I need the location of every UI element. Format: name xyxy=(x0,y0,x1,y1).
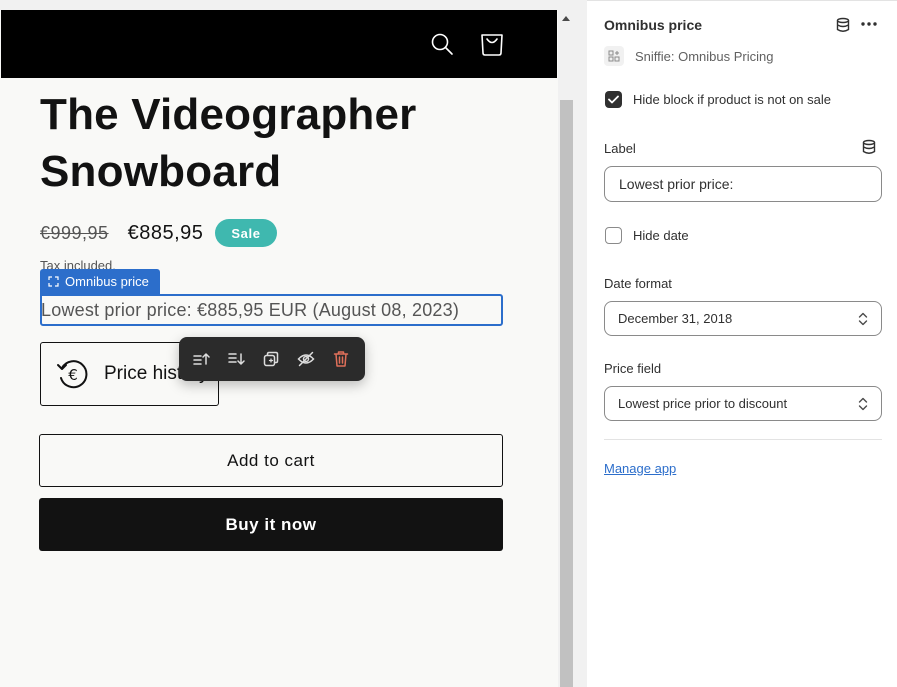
block-toolbar xyxy=(179,337,365,381)
hide-block-label: Hide block if product is not on sale xyxy=(633,92,831,107)
duplicate-icon[interactable] xyxy=(259,347,282,371)
date-format-select[interactable]: December 31, 2018 xyxy=(604,301,882,336)
svg-text:€: € xyxy=(68,366,78,384)
hide-date-checkbox[interactable] xyxy=(605,227,622,244)
app-name: Sniffie: Omnibus Pricing xyxy=(635,48,774,64)
database-icon[interactable] xyxy=(835,17,851,33)
hide-icon[interactable] xyxy=(295,347,318,371)
buy-now-button[interactable]: Buy it now xyxy=(39,498,503,551)
product-title: The Videographer Snowboard xyxy=(40,90,417,196)
date-format-label: Date format xyxy=(604,276,672,291)
omnibus-price-text: Lowest prior price: €885,95 EUR (August … xyxy=(41,299,460,320)
hide-date-label: Hide date xyxy=(633,228,689,243)
checkmark-icon xyxy=(608,95,619,104)
settings-title: Omnibus price xyxy=(604,17,703,33)
select-chevron-icon xyxy=(858,312,868,326)
price-history-icon: € xyxy=(57,360,88,389)
more-options-icon[interactable] xyxy=(859,15,879,33)
hide-date-checkbox-row[interactable]: Hide date xyxy=(605,227,689,244)
compare-price: €999,95 xyxy=(40,222,109,243)
price-field-select[interactable]: Lowest price prior to discount xyxy=(604,386,882,421)
block-settings-panel: Omnibus price Sniffie: Omnibus Pricing H… xyxy=(587,0,897,687)
omnibus-block-tag-label: Omnibus price xyxy=(65,274,149,289)
pane-divider xyxy=(575,0,587,687)
dynamic-source-icon[interactable] xyxy=(861,139,877,155)
sale-price: €885,95 xyxy=(127,221,204,244)
hide-block-checkbox[interactable] xyxy=(605,91,622,108)
hide-block-checkbox-row[interactable]: Hide block if product is not on sale xyxy=(605,91,831,108)
scroll-thumb[interactable] xyxy=(560,100,573,687)
app-blocks-icon xyxy=(604,46,624,66)
cart-icon[interactable] xyxy=(479,30,505,58)
scroll-up-arrow-icon[interactable] xyxy=(562,16,570,21)
add-to-cart-button[interactable]: Add to cart xyxy=(39,434,503,487)
label-input[interactable] xyxy=(604,166,882,202)
top-strip xyxy=(0,0,560,10)
price-field-value: Lowest price prior to discount xyxy=(618,396,788,411)
move-up-icon[interactable] xyxy=(189,347,212,371)
select-chevron-icon xyxy=(858,397,868,411)
price-field-label: Price field xyxy=(604,361,662,376)
settings-divider xyxy=(604,439,882,440)
storefront-preview: The Videographer Snowboard €999,95 €885,… xyxy=(0,0,560,687)
move-down-icon[interactable] xyxy=(224,347,247,371)
block-select-icon xyxy=(48,276,59,287)
store-header xyxy=(1,10,557,78)
manage-app-link[interactable]: Manage app xyxy=(604,461,676,476)
search-icon[interactable] xyxy=(429,30,455,58)
date-format-value: December 31, 2018 xyxy=(618,311,733,326)
delete-icon[interactable] xyxy=(330,347,353,371)
omnibus-price-block[interactable]: Lowest prior price: €885,95 EUR (August … xyxy=(40,294,503,326)
preview-scrollbar[interactable] xyxy=(558,0,575,687)
price-row: €999,95 €885,95 Sale xyxy=(40,218,277,248)
sale-badge: Sale xyxy=(215,219,277,247)
app-source: Sniffie: Omnibus Pricing xyxy=(604,46,774,66)
label-field-label: Label xyxy=(604,141,636,156)
omnibus-block-tag[interactable]: Omnibus price xyxy=(40,269,160,294)
